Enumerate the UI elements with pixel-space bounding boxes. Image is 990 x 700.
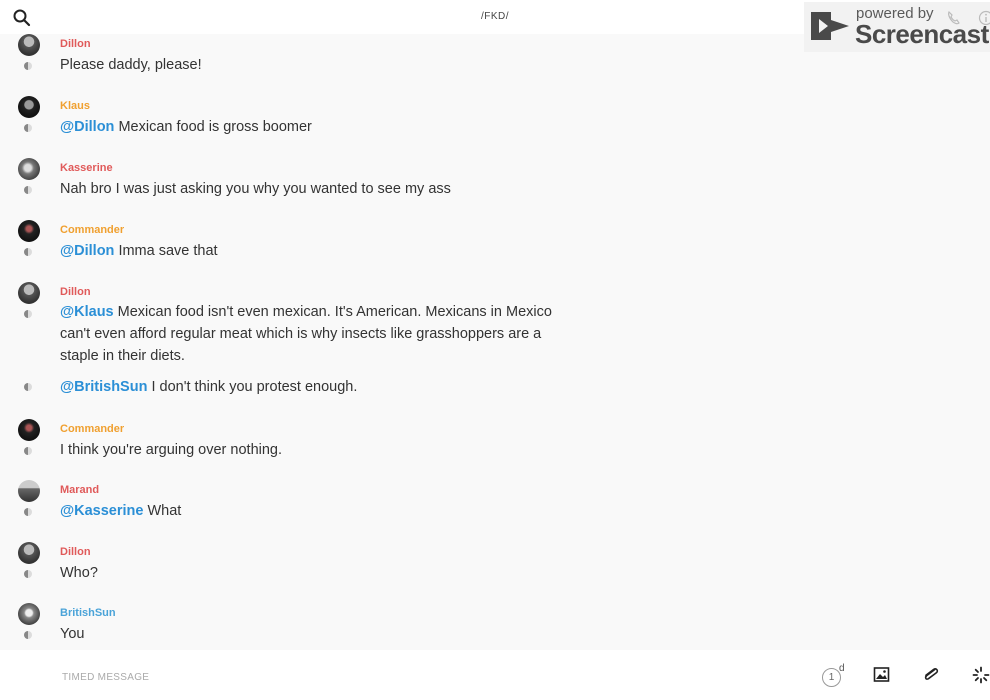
message-text: @BritishSun I don't think you protest en… bbox=[60, 376, 560, 398]
avatar[interactable] bbox=[18, 603, 40, 625]
message-item: Dillon Please daddy, please! bbox=[0, 34, 600, 94]
avatar[interactable] bbox=[18, 419, 40, 441]
avatar[interactable] bbox=[18, 282, 40, 304]
message-item: Marand @Kasserine What bbox=[0, 480, 600, 540]
status-indicator bbox=[24, 186, 32, 194]
message-body: I don't think you protest enough. bbox=[147, 379, 358, 395]
message-item: Dillon Who? bbox=[0, 542, 600, 602]
message-body: Mexican food isn't even mexican. It's Am… bbox=[60, 304, 552, 364]
message-body: I think you're arguing over nothing. bbox=[60, 442, 283, 458]
author-name[interactable]: Marand bbox=[60, 484, 99, 496]
message-item: Kasserine Nah bro I was just asking you … bbox=[0, 158, 600, 218]
author-name[interactable]: Kasserine bbox=[60, 162, 113, 174]
message-text: @Kasserine What bbox=[60, 500, 560, 522]
status-indicator bbox=[24, 570, 32, 578]
message-list[interactable]: Dillon Please daddy, please! Klaus @Dill… bbox=[0, 34, 990, 650]
avatar[interactable] bbox=[18, 542, 40, 564]
author-name[interactable]: Commander bbox=[60, 423, 124, 435]
mention-link[interactable]: @Kasserine bbox=[60, 503, 143, 519]
author-name[interactable]: Commander bbox=[60, 224, 124, 236]
message-input[interactable] bbox=[60, 666, 564, 688]
author-name[interactable]: Dillon bbox=[60, 546, 91, 558]
message-text: Who? bbox=[60, 562, 560, 584]
message-text: Please daddy, please! bbox=[60, 54, 560, 76]
avatar[interactable] bbox=[18, 96, 40, 118]
message-body: Nah bro I was just asking you why you wa… bbox=[60, 181, 451, 197]
author-name[interactable]: BritishSun bbox=[60, 607, 116, 619]
spinner-icon[interactable] bbox=[972, 666, 990, 684]
timer-button[interactable]: 1 d bbox=[822, 663, 846, 688]
message-text: Nah bro I was just asking you why you wa… bbox=[60, 178, 560, 200]
info-icon[interactable] bbox=[978, 10, 990, 26]
status-indicator bbox=[24, 631, 32, 639]
message-text: @Dillon Imma save that bbox=[60, 240, 560, 262]
status-indicator bbox=[24, 447, 32, 455]
message-body: Who? bbox=[60, 565, 98, 581]
composer-bar: 1 d bbox=[0, 650, 990, 700]
paperclip-icon[interactable] bbox=[922, 665, 940, 685]
message-item: @BritishSun I don't think you protest en… bbox=[0, 376, 600, 400]
phone-icon[interactable] bbox=[946, 10, 962, 26]
status-indicator bbox=[24, 248, 32, 256]
timer-unit-label: d bbox=[839, 663, 845, 674]
message-body: Mexican food is gross boomer bbox=[114, 119, 312, 135]
status-indicator bbox=[24, 383, 32, 391]
status-indicator bbox=[24, 62, 32, 70]
message-body: What bbox=[143, 503, 182, 519]
message-text: @Dillon Mexican food is gross boomer bbox=[60, 116, 560, 138]
message-text: @Klaus Mexican food isn't even mexican. … bbox=[60, 301, 560, 367]
message-body: Please daddy, please! bbox=[60, 57, 202, 73]
message-item: Commander I think you're arguing over no… bbox=[0, 419, 600, 479]
avatar[interactable] bbox=[18, 158, 40, 180]
status-indicator bbox=[24, 310, 32, 318]
mention-link[interactable]: @Dillon bbox=[60, 243, 114, 259]
status-indicator bbox=[24, 124, 32, 132]
message-text: I think you're arguing over nothing. bbox=[60, 439, 560, 461]
mention-link[interactable]: @Klaus bbox=[60, 304, 114, 320]
avatar[interactable] bbox=[18, 480, 40, 502]
status-indicator bbox=[24, 508, 32, 516]
message-text: You bbox=[60, 623, 560, 645]
author-name[interactable]: Klaus bbox=[60, 100, 90, 112]
mention-link[interactable]: @BritishSun bbox=[60, 379, 147, 395]
author-name[interactable]: Dillon bbox=[60, 286, 91, 298]
message-item: Klaus @Dillon Mexican food is gross boom… bbox=[0, 96, 600, 156]
author-name[interactable]: Dillon bbox=[60, 38, 91, 50]
mention-link[interactable]: @Dillon bbox=[60, 119, 114, 135]
message-item: Commander @Dillon Imma save that bbox=[0, 220, 600, 280]
image-icon[interactable] bbox=[873, 666, 890, 683]
avatar[interactable] bbox=[18, 34, 40, 56]
message-item: BritishSun You bbox=[0, 603, 600, 650]
message-item: Dillon @Klaus Mexican food isn't even me… bbox=[0, 282, 600, 376]
message-body: You bbox=[60, 626, 85, 642]
message-body: Imma save that bbox=[114, 243, 218, 259]
avatar[interactable] bbox=[18, 220, 40, 242]
